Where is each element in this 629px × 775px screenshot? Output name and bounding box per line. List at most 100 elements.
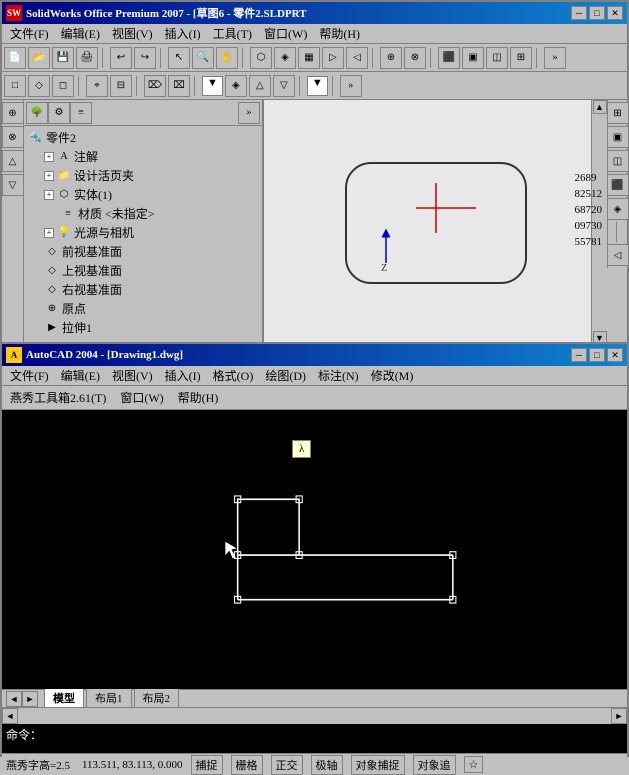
ac-status-osnap[interactable]: 对象捕捉 (351, 755, 405, 775)
expand-folder[interactable]: + (44, 171, 54, 181)
sw-menu-window[interactable]: 窗口(W) (258, 23, 313, 44)
tb-pan[interactable]: ✋ (216, 47, 238, 69)
sw-menu-edit[interactable]: 编辑(E) (55, 23, 106, 44)
sw-close-btn[interactable]: ✕ (607, 6, 623, 20)
left-btn3[interactable]: △ (2, 150, 24, 172)
sw-menu-file[interactable]: 文件(F) (4, 23, 55, 44)
tb2-5[interactable]: ⊟ (110, 75, 132, 97)
right-view-btn1[interactable]: ⊞ (607, 102, 629, 124)
tb-open[interactable]: 📂 (28, 47, 50, 69)
tb-undo[interactable]: ↩ (110, 47, 132, 69)
tb2-3[interactable]: ◻ (52, 75, 74, 97)
tb-zoom[interactable]: 🔍 (192, 47, 214, 69)
ac-menu-draw[interactable]: 绘图(D) (259, 365, 312, 386)
ac-scroll-track[interactable] (18, 708, 611, 724)
expand-annotations[interactable]: + (44, 152, 54, 162)
tb-view2[interactable]: ▣ (462, 47, 484, 69)
sw-menu-insert[interactable]: 插入(I) (159, 23, 207, 44)
tb-view1[interactable]: ⬛ (438, 47, 460, 69)
ac-window-menu2[interactable]: 窗口(W) (114, 387, 169, 408)
tb2-1[interactable]: □ (4, 75, 26, 97)
tb-feature4[interactable]: ▷ (322, 47, 344, 69)
ac-menu-file[interactable]: 文件(F) (4, 365, 55, 386)
tree-extrude[interactable]: ▶ 拉伸1 (42, 318, 260, 337)
tree-root[interactable]: 🔩 零件2 (26, 128, 260, 147)
tb-sketch1[interactable]: ⊕ (380, 47, 402, 69)
tb2-7[interactable]: ⌧ (168, 75, 190, 97)
ac-tab-next[interactable]: ► (22, 691, 38, 707)
sw-menu-tools[interactable]: 工具(T) (207, 23, 258, 44)
ac-yanxiu-toolbar[interactable]: 燕秀工具箱2.61(T) (4, 387, 112, 408)
sw-tab-tree[interactable]: 🌳 (26, 102, 48, 124)
tree-designfolder[interactable]: + 📁 设计活页夹 (42, 166, 260, 185)
ac-tab-prev[interactable]: ◄ (6, 691, 22, 707)
tb-save[interactable]: 💾 (52, 47, 74, 69)
ac-menu-format[interactable]: 格式(O) (207, 365, 260, 386)
tb2-11[interactable]: » (340, 75, 362, 97)
tb2-10[interactable]: ▽ (273, 75, 295, 97)
tb-print[interactable]: 🖨 (76, 47, 98, 69)
tree-annotations[interactable]: + A 注解 (42, 147, 260, 166)
left-btn1[interactable]: ⊕ (2, 102, 24, 124)
right-view-btn2[interactable]: ▣ (607, 126, 629, 148)
tb-select[interactable]: ↖ (168, 47, 190, 69)
ac-tab-model[interactable]: 模型 (44, 688, 84, 707)
ac-tab-layout1[interactable]: 布局1 (86, 688, 132, 707)
tree-solid[interactable]: + ⬡ 实体(1) (42, 185, 260, 204)
tree-lights[interactable]: + 💡 光源与相机 (42, 223, 260, 242)
left-btn2[interactable]: ⊗ (2, 126, 24, 148)
tb-feature2[interactable]: ◈ (274, 47, 296, 69)
right-nav-btn[interactable]: ◁ (607, 244, 629, 266)
ac-scroll-right[interactable]: ► (611, 708, 627, 724)
expand-solid[interactable]: + (44, 190, 54, 200)
left-btn4[interactable]: ▽ (2, 174, 24, 196)
sw-tab-config[interactable]: ≡ (70, 102, 92, 124)
ac-status-ortho[interactable]: 正交 (271, 755, 303, 775)
tree-material[interactable]: ≡ 材质 <未指定> (58, 204, 260, 223)
ac-menu-dim[interactable]: 标注(N) (312, 365, 365, 386)
ac-menu-insert[interactable]: 插入(I) (159, 365, 207, 386)
right-view-btn4[interactable]: ⬛ (607, 174, 629, 196)
tb-feature3[interactable]: ▦ (298, 47, 320, 69)
ac-scroll-left[interactable]: ◄ (2, 708, 18, 724)
tb-redo[interactable]: ↪ (134, 47, 156, 69)
sw-menu-view[interactable]: 视图(V) (106, 23, 159, 44)
ac-close-btn[interactable]: ✕ (607, 348, 623, 362)
sw-minimize-btn[interactable]: ─ (571, 6, 587, 20)
expand-lights[interactable]: + (44, 228, 54, 238)
right-view-btn3[interactable]: ◫ (607, 150, 629, 172)
ac-status-otrack[interactable]: 对象追 (413, 755, 456, 775)
tree-origin[interactable]: ⊕ 原点 (42, 299, 260, 318)
tb2-8[interactable]: ◈ (225, 75, 247, 97)
tree-top-plane[interactable]: ◇ 上视基准面 (42, 261, 260, 280)
ac-tab-layout2[interactable]: 布局2 (134, 688, 180, 707)
tb-view4[interactable]: ⊞ (510, 47, 532, 69)
ac-help-menu2[interactable]: 帮助(H) (172, 387, 225, 408)
tb2-9[interactable]: △ (249, 75, 271, 97)
right-view-btn5[interactable]: ◈ (607, 198, 629, 220)
tb2-6[interactable]: ⌦ (144, 75, 166, 97)
tb-feature1[interactable]: ⬡ (250, 47, 272, 69)
tb-extra1[interactable]: » (544, 47, 566, 69)
ac-status-polar[interactable]: 极轴 (311, 755, 343, 775)
tree-front-plane[interactable]: ◇ 前视基准面 (42, 242, 260, 261)
ac-status-grid[interactable]: 栅格 (231, 755, 263, 775)
sw-menu-help[interactable]: 帮助(H) (313, 23, 366, 44)
tree-right-plane[interactable]: ◇ 右视基准面 (42, 280, 260, 299)
tb-new[interactable]: 📄 (4, 47, 26, 69)
tb2-dropdown2[interactable]: ▼ (307, 76, 328, 96)
tb-feature5[interactable]: ◁ (346, 47, 368, 69)
ac-status-extra[interactable]: ☆ (464, 756, 484, 773)
ac-status-snap[interactable]: 捕捉 (191, 755, 223, 775)
sw-maximize-btn[interactable]: □ (589, 6, 605, 20)
sw-tab-more[interactable]: » (238, 102, 260, 124)
tb-view3[interactable]: ◫ (486, 47, 508, 69)
sw-scroll-up[interactable]: ▲ (593, 100, 607, 114)
tb-sketch2[interactable]: ⊗ (404, 47, 426, 69)
tb2-dropdown1[interactable]: ▼ (202, 76, 223, 96)
sw-tab-props[interactable]: ⚙ (48, 102, 70, 124)
ac-minimize-btn[interactable]: ─ (571, 348, 587, 362)
ac-menu-modify[interactable]: 修改(M) (365, 365, 420, 386)
tb2-2[interactable]: ◇ (28, 75, 50, 97)
tb2-4[interactable]: ⌖ (86, 75, 108, 97)
